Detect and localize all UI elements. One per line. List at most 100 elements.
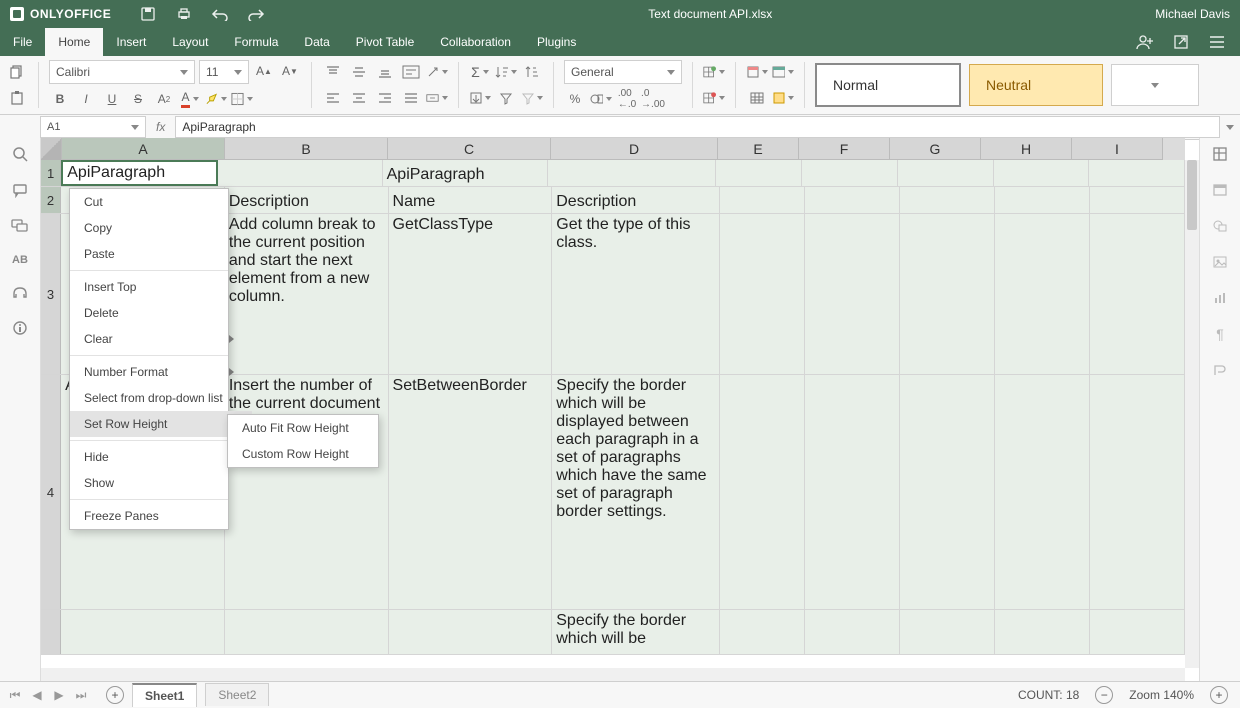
borders-button[interactable] — [231, 88, 253, 110]
align-middle-button[interactable] — [348, 61, 370, 83]
insert-cells-button[interactable] — [703, 61, 725, 83]
cell[interactable] — [716, 160, 802, 186]
col-header-E[interactable]: E — [718, 138, 799, 160]
ctx-cut[interactable]: Cut — [70, 189, 252, 215]
cell[interactable]: Specify the border which will be — [552, 610, 720, 654]
cell[interactable] — [1089, 160, 1185, 186]
col-header-C[interactable]: C — [388, 138, 551, 160]
decrease-decimal-button[interactable]: .00←.0 — [616, 88, 638, 110]
sheet-next-button[interactable]: ▶ — [52, 688, 66, 702]
col-header-F[interactable]: F — [799, 138, 890, 160]
cell-settings-icon[interactable] — [1212, 146, 1228, 162]
chat-icon[interactable] — [11, 218, 29, 234]
ctx-set-row-height[interactable]: Set Row Height — [70, 411, 252, 437]
hamburger-icon[interactable] — [1208, 33, 1226, 51]
about-icon[interactable] — [12, 320, 28, 336]
cell-style-neutral[interactable]: Neutral — [969, 64, 1103, 106]
cell[interactable]: Specify the border which will be display… — [552, 375, 720, 609]
cell[interactable]: Description — [552, 187, 720, 213]
cell[interactable] — [720, 610, 805, 654]
ctx-copy[interactable]: Copy — [70, 215, 252, 241]
ctx-select-from-drop-down-list[interactable]: Select from drop-down list — [70, 385, 252, 411]
ctx-sub-custom-row-height[interactable]: Custom Row Height — [228, 441, 410, 467]
name-box[interactable]: A1 — [40, 116, 146, 138]
bold-button[interactable]: B — [49, 88, 71, 110]
cell[interactable] — [225, 610, 389, 654]
filter-button[interactable] — [495, 87, 517, 109]
cell[interactable] — [548, 160, 717, 186]
font-decrease-button[interactable]: A▼ — [279, 60, 301, 82]
vertical-scrollbar[interactable] — [1185, 160, 1199, 668]
col-header-B[interactable]: B — [225, 138, 388, 160]
cell[interactable] — [720, 187, 805, 213]
cell[interactable]: SetBetweenBorder — [389, 375, 553, 609]
formula-expand-icon[interactable] — [1226, 125, 1234, 130]
increase-decimal-button[interactable]: .0→.00 — [642, 88, 664, 110]
highlight-button[interactable] — [205, 88, 227, 110]
align-right-button[interactable] — [374, 87, 396, 109]
menu-data[interactable]: Data — [291, 28, 342, 56]
feedback-icon[interactable] — [12, 286, 28, 300]
sort-desc-button[interactable] — [521, 61, 543, 83]
redo-icon[interactable] — [247, 5, 265, 23]
accounting-button[interactable] — [590, 88, 612, 110]
sheet-tab-2[interactable]: Sheet2 — [205, 683, 269, 706]
cell[interactable] — [995, 214, 1090, 374]
horizontal-scrollbar[interactable] — [41, 668, 1185, 682]
table-template-button[interactable] — [772, 61, 794, 83]
font-increase-button[interactable]: A▲ — [253, 60, 275, 82]
align-bottom-button[interactable] — [374, 61, 396, 83]
cell[interactable] — [1090, 214, 1185, 374]
cell[interactable] — [389, 610, 553, 654]
ctx-hide[interactable]: Hide — [70, 444, 252, 470]
cell[interactable] — [1090, 187, 1185, 213]
align-top-button[interactable] — [322, 61, 344, 83]
sheet-last-button[interactable]: ⏭ — [74, 688, 88, 703]
ctx-show[interactable]: Show — [70, 470, 252, 496]
cell[interactable]: Get the type of this class. — [552, 214, 720, 374]
menu-file[interactable]: File — [0, 28, 45, 56]
sheet-prev-button[interactable]: ◀ — [30, 688, 44, 702]
justify-button[interactable] — [400, 87, 422, 109]
zoom-out-button[interactable]: − — [1095, 686, 1113, 704]
sort-asc-button[interactable] — [495, 61, 517, 83]
subscript-button[interactable]: A2 — [153, 88, 175, 110]
menu-formula[interactable]: Formula — [221, 28, 291, 56]
cell[interactable] — [994, 160, 1090, 186]
col-header-G[interactable]: G — [890, 138, 981, 160]
copy-button[interactable] — [6, 61, 28, 83]
col-header-A[interactable]: A — [62, 138, 225, 160]
col-header-D[interactable]: D — [551, 138, 718, 160]
image-settings-icon[interactable] — [1212, 254, 1228, 270]
align-center-button[interactable] — [348, 87, 370, 109]
cell-style-more[interactable] — [1111, 64, 1199, 106]
col-header-I[interactable]: I — [1072, 138, 1163, 160]
menu-plugins[interactable]: Plugins — [524, 28, 589, 56]
cell[interactable] — [900, 214, 995, 374]
autosum-button[interactable]: Σ — [469, 61, 491, 83]
ctx-insert-top[interactable]: Insert Top — [70, 274, 252, 300]
spellcheck-icon[interactable]: AB — [12, 254, 28, 266]
save-icon[interactable] — [139, 5, 157, 23]
cell[interactable] — [995, 610, 1090, 654]
menu-home[interactable]: Home — [45, 28, 103, 56]
merge-button[interactable] — [426, 87, 448, 109]
fill-button[interactable] — [469, 87, 491, 109]
sheet-tab-1[interactable]: Sheet1 — [132, 683, 197, 707]
paste-button[interactable] — [6, 87, 28, 109]
ctx-delete[interactable]: Delete — [70, 300, 252, 326]
chart-settings-icon[interactable] — [1212, 290, 1228, 306]
undo-icon[interactable] — [211, 5, 229, 23]
number-format-combo[interactable]: General — [564, 60, 682, 84]
underline-button[interactable]: U — [101, 88, 123, 110]
cell[interactable] — [805, 214, 900, 374]
search-icon[interactable] — [12, 146, 28, 162]
cell[interactable] — [900, 187, 995, 213]
ctx-sub-auto-fit-row-height[interactable]: Auto Fit Row Height — [228, 415, 410, 441]
row-header[interactable]: 3 — [41, 214, 61, 374]
delete-cells-button[interactable] — [703, 87, 725, 109]
formula-input[interactable]: ApiParagraph — [175, 116, 1220, 138]
ctx-freeze-panes[interactable]: Freeze Panes — [70, 503, 252, 529]
cell[interactable] — [805, 610, 900, 654]
zoom-in-button[interactable]: + — [1210, 686, 1228, 704]
